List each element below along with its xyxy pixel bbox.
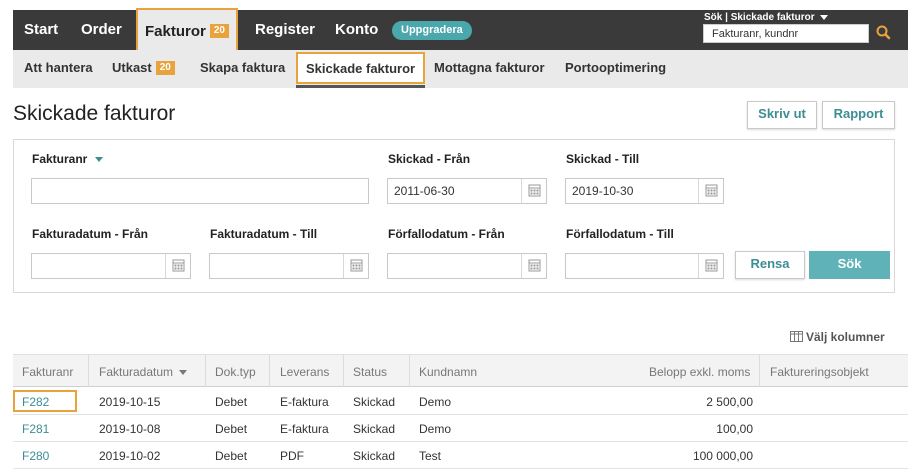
column-header-doktyp[interactable]: Dok.typ [215,365,256,379]
customer-name: Demo [419,422,452,436]
search-scope-label: Sök | Skickade fakturor [704,12,815,23]
amount-excl-vat: 2 500,00 [706,395,753,409]
topnav-fakturor-label: Fakturor [145,23,206,40]
chevron-down-icon [819,14,828,20]
columns-icon [790,331,803,342]
forfallodatum-till-label: Förfallodatum - Till [566,227,674,241]
skickad-till-field[interactable]: 2019-10-30 [565,178,724,204]
delivery-method: PDF [280,449,304,463]
topnav-register[interactable]: Register [255,10,315,50]
table-row[interactable]: F282 2019-10-15 Debet E-faktura Skickad … [13,388,908,415]
upgrade-button[interactable]: Uppgradera [392,21,472,40]
column-header-faktureringsobjekt[interactable]: Faktureringsobjekt [770,365,869,379]
table-header: Fakturanr Fakturadatum Dok.typ Leverans … [13,354,908,387]
column-header-fakturadatum-label: Fakturadatum [99,365,174,379]
calendar-icon[interactable] [698,254,723,278]
column-header-fakturanr[interactable]: Fakturanr [22,365,73,379]
customer-name: Demo [419,395,452,409]
subnav-skickade-fakturor[interactable]: Skickade fakturor [296,50,426,88]
topnav-konto[interactable]: Konto [335,10,378,50]
subnav-skapa-faktura[interactable]: Skapa faktura [200,50,285,88]
column-divider [205,355,206,387]
search-button[interactable]: Sök [809,251,890,279]
fakturadatum-fran-field[interactable] [31,253,191,279]
skickad-till-value: 2019-10-30 [572,184,634,198]
subnav-utkast[interactable]: Utkast 20 [112,50,175,88]
customer-name: Test [419,449,442,463]
calendar-icon[interactable] [343,254,368,278]
forfallodatum-till-field[interactable] [565,253,724,279]
column-divider [759,355,760,387]
amount-excl-vat: 100 000,00 [692,449,753,463]
calendar-icon[interactable] [521,254,546,278]
fakturadatum-till-label: Fakturadatum - Till [210,227,318,241]
skickad-fran-value: 2011-06-30 [394,184,455,198]
invoice-status: Skickad [353,422,396,436]
column-divider [409,355,410,387]
subnav-skickade-fakturor-label: Skickade fakturor [296,52,426,84]
fakturanr-filter-label: Fakturanr [32,152,88,166]
table-row[interactable]: F280 2019-10-02 Debet PDF Skickad Test 1… [13,442,908,469]
choose-columns-button[interactable]: Välj kolumner [790,330,885,344]
fakturor-count-badge: 20 [209,24,229,39]
skickad-till-label: Skickad - Till [566,152,640,166]
sub-navigation-bar: Att hantera Utkast 20 Skapa faktura Skick… [13,50,908,88]
search-input[interactable] [703,24,869,43]
topnav-fakturor[interactable]: Fakturor 20 [136,8,238,52]
highlighted-invoice-cell [13,390,77,412]
delivery-method: E-faktura [280,395,329,409]
subnav-utkast-label: Utkast [112,60,152,75]
skickad-fran-label: Skickad - Från [388,152,471,166]
table-row[interactable]: F281 2019-10-08 Debet E-faktura Skickad … [13,415,908,442]
column-header-fakturadatum[interactable]: Fakturadatum [99,365,188,379]
topnav-order[interactable]: Order [81,10,122,50]
fakturanr-filter-dropdown[interactable]: Fakturanr [32,152,104,166]
invoice-number-link[interactable]: F280 [22,449,49,463]
invoice-date: 2019-10-08 [99,422,161,436]
top-navigation-bar: Start Order Fakturor 20 Register Konto Up… [13,8,908,52]
page-title: Skickade fakturor [13,102,176,125]
report-button[interactable]: Rapport [822,101,895,129]
invoice-number-link[interactable]: F281 [22,422,49,436]
active-tab-indicator [296,85,426,88]
topnav-start[interactable]: Start [24,10,58,50]
column-divider [343,355,344,387]
fakturanr-input[interactable] [31,178,369,204]
invoice-date: 2019-10-15 [99,395,161,409]
subnav-mottagna-fakturor[interactable]: Mottagna fakturor [434,50,545,88]
calendar-icon[interactable] [165,254,190,278]
fakturadatum-till-field[interactable] [209,253,369,279]
utkast-count-badge: 20 [155,60,175,75]
choose-columns-label: Välj kolumner [806,330,885,344]
invoice-status: Skickad [353,395,396,409]
column-header-belopp[interactable]: Belopp exkl. moms [649,365,750,379]
fakturadatum-fran-label: Fakturadatum - Från [32,227,149,241]
skickad-fran-field[interactable]: 2011-06-30 [387,178,547,204]
invoice-date: 2019-10-02 [99,449,161,463]
calendar-icon[interactable] [521,179,546,203]
search-scope-dropdown[interactable]: Sök | Skickade fakturor [704,12,828,24]
invoice-status: Skickad [353,449,396,463]
column-divider [269,355,270,387]
sort-desc-icon [179,370,188,376]
calendar-icon[interactable] [698,179,723,203]
document-type: Debet [215,449,248,463]
clear-button[interactable]: Rensa [735,251,805,279]
chevron-down-icon [95,157,104,163]
subnav-portooptimering[interactable]: Portooptimering [565,50,666,88]
amount-excl-vat: 100,00 [716,422,753,436]
search-icon[interactable] [875,23,893,43]
column-header-leverans[interactable]: Leverans [280,365,329,379]
document-type: Debet [215,395,248,409]
forfallodatum-fran-label: Förfallodatum - Från [388,227,505,241]
column-header-status[interactable]: Status [353,365,387,379]
document-type: Debet [215,422,248,436]
delivery-method: E-faktura [280,422,329,436]
forfallodatum-fran-field[interactable] [387,253,547,279]
print-button[interactable]: Skriv ut [747,101,817,129]
column-header-kundnamn[interactable]: Kundnamn [419,365,477,379]
subnav-att-hantera[interactable]: Att hantera [24,50,93,88]
column-divider [88,355,89,387]
